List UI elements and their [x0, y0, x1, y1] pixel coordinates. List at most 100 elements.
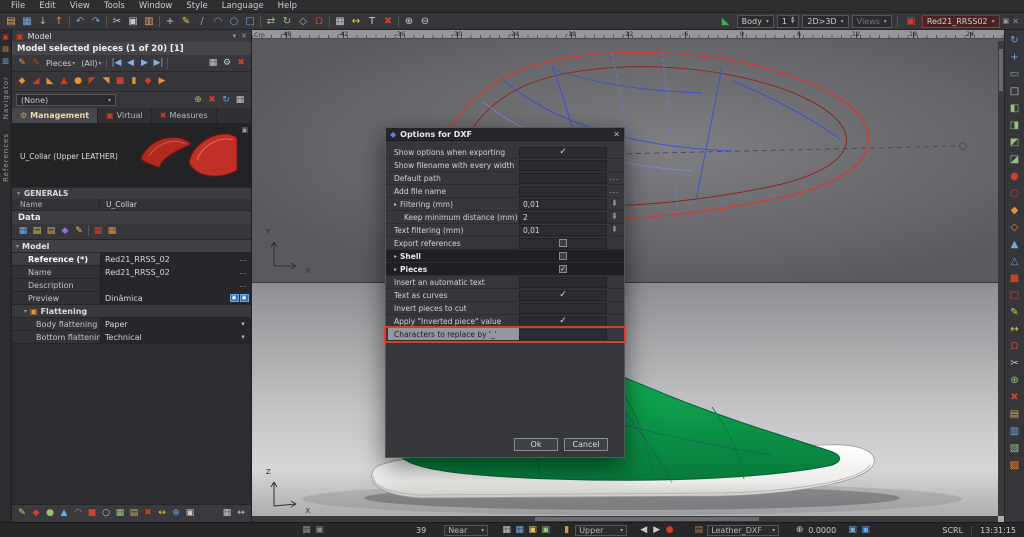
brush-selected-icon[interactable]: ✎	[29, 57, 43, 70]
panel-settings-icon[interactable]: ⚙	[220, 57, 234, 70]
grid-display-icon[interactable]: ▦	[500, 525, 513, 535]
piece-preview[interactable]: U_Collar (Upper LEATHER) ▣	[12, 124, 251, 188]
option-value[interactable]: ✓	[519, 147, 607, 158]
draw-circle-icon[interactable]: ○	[99, 507, 113, 520]
view-left-icon[interactable]: ◧	[1007, 100, 1023, 117]
field-trail[interactable]: ▣▣	[227, 292, 251, 304]
tab-virtual[interactable]: ▣Virtual	[98, 108, 152, 123]
fill-piece-icon[interactable]: ■	[85, 507, 99, 520]
refresh-groups-icon[interactable]: ↻	[219, 94, 233, 107]
view-right-icon[interactable]: ◨	[1007, 117, 1023, 134]
record-icon[interactable]: ●	[663, 525, 676, 535]
ok-button[interactable]: Ok	[514, 438, 558, 451]
transparent-mode-icon[interactable]: ◇	[1007, 219, 1023, 236]
rail-lines-icon[interactable]: ▤	[1, 44, 11, 54]
shaded-mode-icon[interactable]: ●	[1007, 168, 1023, 185]
dxf-option-export-references[interactable]: Export references	[386, 237, 624, 250]
zoom-fit-icon[interactable]: □	[1007, 83, 1023, 100]
view-bottom-icon[interactable]: ◪	[1007, 151, 1023, 168]
text-tool-icon[interactable]: T	[364, 14, 380, 29]
dxf-option-show-filename-with-every-width[interactable]: Show filename with every width	[386, 159, 624, 172]
tab-measures[interactable]: ✖Measures	[152, 108, 217, 123]
close-icon[interactable]: ✕	[1012, 17, 1019, 26]
open-file-icon[interactable]: ▤	[3, 14, 19, 29]
dxf-option-apply-inverted-piece-value[interactable]: Apply "Inverted piece" value✓	[386, 315, 624, 328]
spinner-arrows-icon[interactable]: ▲▼	[791, 17, 794, 25]
copy-icon[interactable]: ▣	[125, 14, 141, 29]
option-value[interactable]: ✓	[519, 290, 607, 301]
dxf-option-shell[interactable]: ▸Shell	[386, 250, 624, 263]
measure-tool-icon[interactable]: ↔	[348, 14, 364, 29]
option-trail[interactable]: ▲▼	[607, 224, 622, 236]
option-trail[interactable]	[607, 315, 622, 327]
dxf-option-characters-to-replace-by[interactable]: Characters to replace by '_'	[386, 328, 624, 341]
checkbox-icon[interactable]	[559, 239, 567, 247]
wireframe-mode-icon[interactable]: ○	[1007, 185, 1023, 202]
trim-3d-icon[interactable]: ✂	[1007, 355, 1023, 372]
cut-icon[interactable]: ✂	[109, 14, 125, 29]
checkbox-icon[interactable]	[559, 252, 567, 260]
zoom-out-icon[interactable]: ⊖	[417, 14, 433, 29]
option-trail[interactable]: ▲▼	[607, 211, 622, 223]
filter-counter-icon[interactable]: ◥	[99, 75, 113, 88]
undo-icon[interactable]: ↶	[72, 14, 88, 29]
grid-row-description[interactable]: Description...	[12, 279, 251, 292]
grid-row-body-flattening[interactable]: Body flatteningPaper▾	[12, 318, 251, 331]
magnet-3d-icon[interactable]: Ω	[1007, 338, 1023, 355]
texture-map-icon[interactable]: ▧	[1007, 440, 1023, 457]
layers-icon[interactable]: ▥	[1007, 423, 1023, 440]
option-trail[interactable]: ▲▼	[607, 198, 622, 210]
line-tool-icon[interactable]: /	[194, 14, 210, 29]
draw-piece-icon[interactable]: ◆	[29, 507, 43, 520]
near-dropdown[interactable]: Near▾	[444, 525, 488, 536]
paint-display-icon[interactable]: ▣	[526, 525, 539, 535]
dxf-option-text-as-curves[interactable]: Text as curves✓	[386, 289, 624, 302]
pan-view-icon[interactable]: +	[1007, 49, 1023, 66]
dock-panel-icon[interactable]: ▦	[220, 507, 234, 520]
mirror-tool-icon[interactable]: ⇄	[263, 14, 279, 29]
checkbox-icon[interactable]: ✓	[559, 265, 567, 273]
first-piece-icon[interactable]: |◀	[109, 57, 123, 70]
size-spinner[interactable]: 1 ▲▼	[777, 15, 800, 28]
option-trail[interactable]	[607, 328, 622, 340]
save-icon[interactable]: ▦	[19, 14, 35, 29]
field-trail[interactable]: ▾	[235, 331, 251, 343]
origin-icon[interactable]: ⊕	[793, 525, 806, 535]
add-note-icon[interactable]: ⊕	[169, 507, 183, 520]
expand-icon[interactable]: ▸	[394, 266, 397, 273]
menu-style[interactable]: Style	[179, 1, 214, 11]
option-trail[interactable]: ...	[607, 185, 622, 197]
option-trail[interactable]	[607, 250, 622, 262]
close-icon[interactable]: ✕	[613, 130, 620, 139]
dxf-option-default-path[interactable]: Default path...	[386, 172, 624, 185]
option-value[interactable]	[519, 251, 607, 262]
spinner-arrows-icon[interactable]: ▲▼	[613, 200, 616, 208]
zoom-in-icon[interactable]: ⊕	[401, 14, 417, 29]
import-icon[interactable]: ↓	[35, 14, 51, 29]
close-selection-icon[interactable]: ✖	[234, 57, 248, 70]
generals-name-row[interactable]: Name U_Collar	[12, 199, 251, 211]
delete-tool-icon[interactable]: ✖	[380, 14, 396, 29]
model-dropdown[interactable]: Red21_RRSS02 ▾	[922, 15, 1000, 28]
option-value[interactable]: 2	[519, 212, 607, 223]
field-trail[interactable]: ...	[235, 266, 251, 278]
option-trail[interactable]	[607, 263, 622, 275]
filter-upper-icon[interactable]: ◆	[15, 75, 29, 88]
option-trail[interactable]	[607, 276, 622, 288]
group-list-icon[interactable]: ▦	[233, 94, 247, 107]
collapse-icon[interactable]: ▾	[17, 190, 20, 197]
grid-row-preview[interactable]: PreviewDinâmica▣▣	[12, 292, 251, 305]
generals-section-header[interactable]: ▾ GENERALS	[12, 188, 251, 199]
expand-icon[interactable]: ▸	[394, 201, 397, 208]
viewport-3d[interactable]: Z X	[252, 283, 1004, 522]
draw-triangle-icon[interactable]: ▲	[57, 507, 71, 520]
rail-tab-navigator[interactable]: Navigator	[2, 76, 10, 119]
remove-group-icon[interactable]: ✖	[205, 94, 219, 107]
filter-heel-icon[interactable]: ◤	[85, 75, 99, 88]
dxf-option-keep-minimum-distance-mm[interactable]: Keep minimum distance (mm)2▲▼	[386, 211, 624, 224]
materials-icon[interactable]: ▤	[1007, 406, 1023, 423]
option-trail[interactable]	[607, 289, 622, 301]
mode-dropdown[interactable]: 2D>3D ▾	[802, 15, 848, 28]
option-value[interactable]: ✓	[519, 316, 607, 327]
panel-menu-icon[interactable]: ▾	[233, 32, 237, 40]
